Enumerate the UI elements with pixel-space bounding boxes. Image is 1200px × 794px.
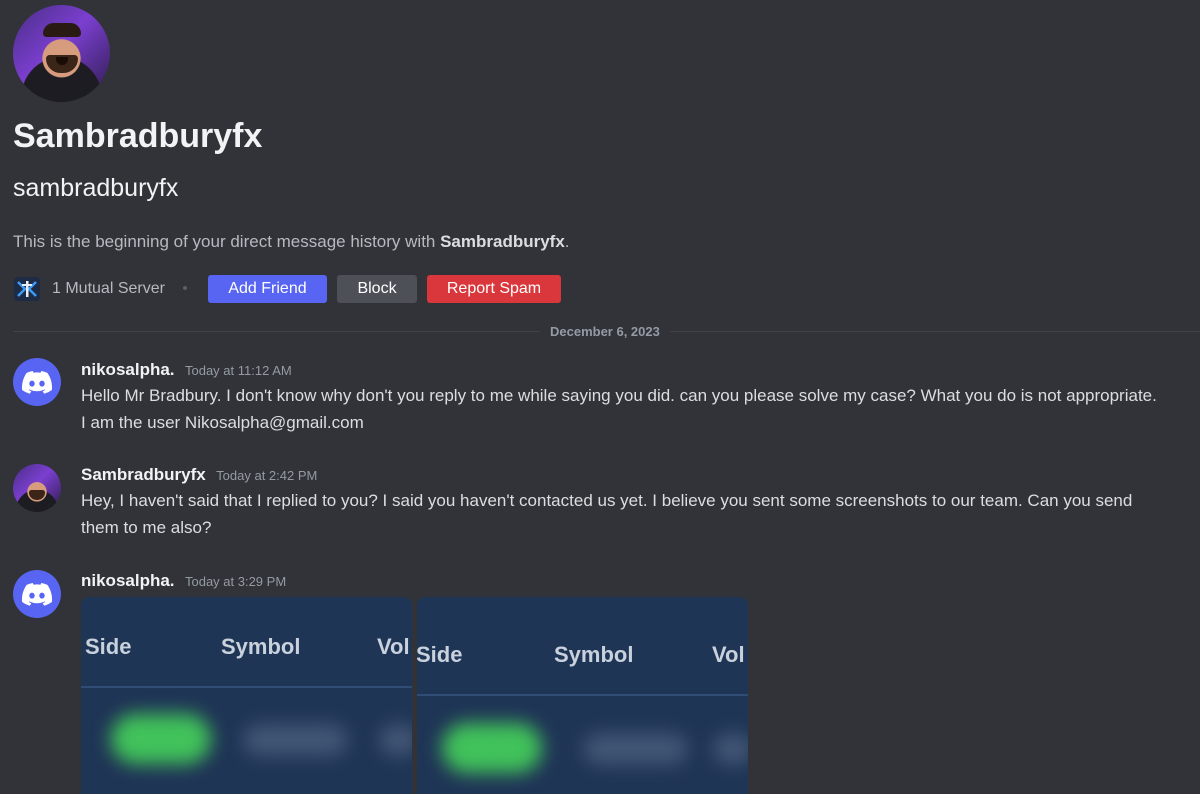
table-header-divider [81, 686, 412, 688]
intro-prefix: This is the beginning of your direct mes… [13, 232, 441, 251]
add-friend-button[interactable]: Add Friend [208, 275, 327, 303]
message-header: nikosalpha. Today at 11:12 AM [81, 359, 292, 382]
image-attachment[interactable]: Side Symbol Vol [417, 597, 748, 794]
message-author[interactable]: nikosalpha. [81, 571, 175, 590]
message-timestamp: Today at 11:12 AM [184, 363, 292, 378]
mutual-server-icon[interactable] [14, 277, 40, 301]
blurred-symbol-text [243, 724, 348, 756]
blurred-side-badge [442, 723, 542, 773]
message-content: Hello Mr Bradbury. I don't know why don'… [81, 386, 1157, 432]
discord-logo-icon [22, 370, 52, 394]
message-author[interactable]: nikosalpha. [81, 360, 175, 379]
column-header-vol: Vol [712, 642, 745, 667]
message-header: Sambradburyfx Today at 2:42 PM [81, 464, 317, 487]
avatar-hair [43, 23, 81, 37]
blurred-side-badge [111, 714, 211, 764]
blurred-volume-text [713, 733, 748, 765]
message-author[interactable]: Sambradburyfx [81, 465, 206, 484]
intro-suffix: . [564, 232, 570, 251]
separator-dot [183, 286, 187, 290]
image-attachment[interactable]: Side Symbol Vol [81, 597, 412, 794]
avatar-beard [29, 490, 45, 500]
block-button[interactable]: Block [337, 275, 417, 303]
column-header-vol: Vol [377, 634, 410, 659]
blurred-symbol-text [583, 733, 688, 765]
message-header: nikosalpha. Today at 3:29 PM [81, 570, 286, 593]
message-timestamp: Today at 3:29 PM [184, 574, 287, 589]
report-spam-button[interactable]: Report Spam [427, 275, 561, 303]
table-header-divider [417, 694, 748, 696]
discord-logo-icon [22, 582, 52, 606]
message-timestamp: Today at 2:42 PM [216, 468, 318, 483]
profile-display-name: Sambradburyfx [13, 117, 263, 155]
column-header-side: Side [417, 642, 463, 667]
mutual-servers-link[interactable]: 1 Mutual Server [52, 279, 165, 299]
dm-intro-text: This is the beginning of your direct mes… [13, 231, 570, 253]
blurred-volume-text [379, 724, 412, 756]
message-avatar[interactable] [13, 464, 61, 512]
message-content: Hey, I haven't said that I replied to yo… [81, 491, 1133, 537]
profile-avatar[interactable] [13, 5, 110, 102]
message-avatar[interactable] [13, 358, 61, 406]
message-avatar[interactable] [13, 570, 61, 618]
column-header-symbol: Symbol [221, 634, 301, 659]
column-header-symbol: Symbol [554, 642, 634, 667]
intro-name: Sambradburyfx [440, 232, 565, 251]
profile-username: sambradburyfx [13, 174, 179, 202]
column-header-side: Side [85, 634, 132, 659]
date-divider-label: December 6, 2023 [540, 323, 670, 340]
